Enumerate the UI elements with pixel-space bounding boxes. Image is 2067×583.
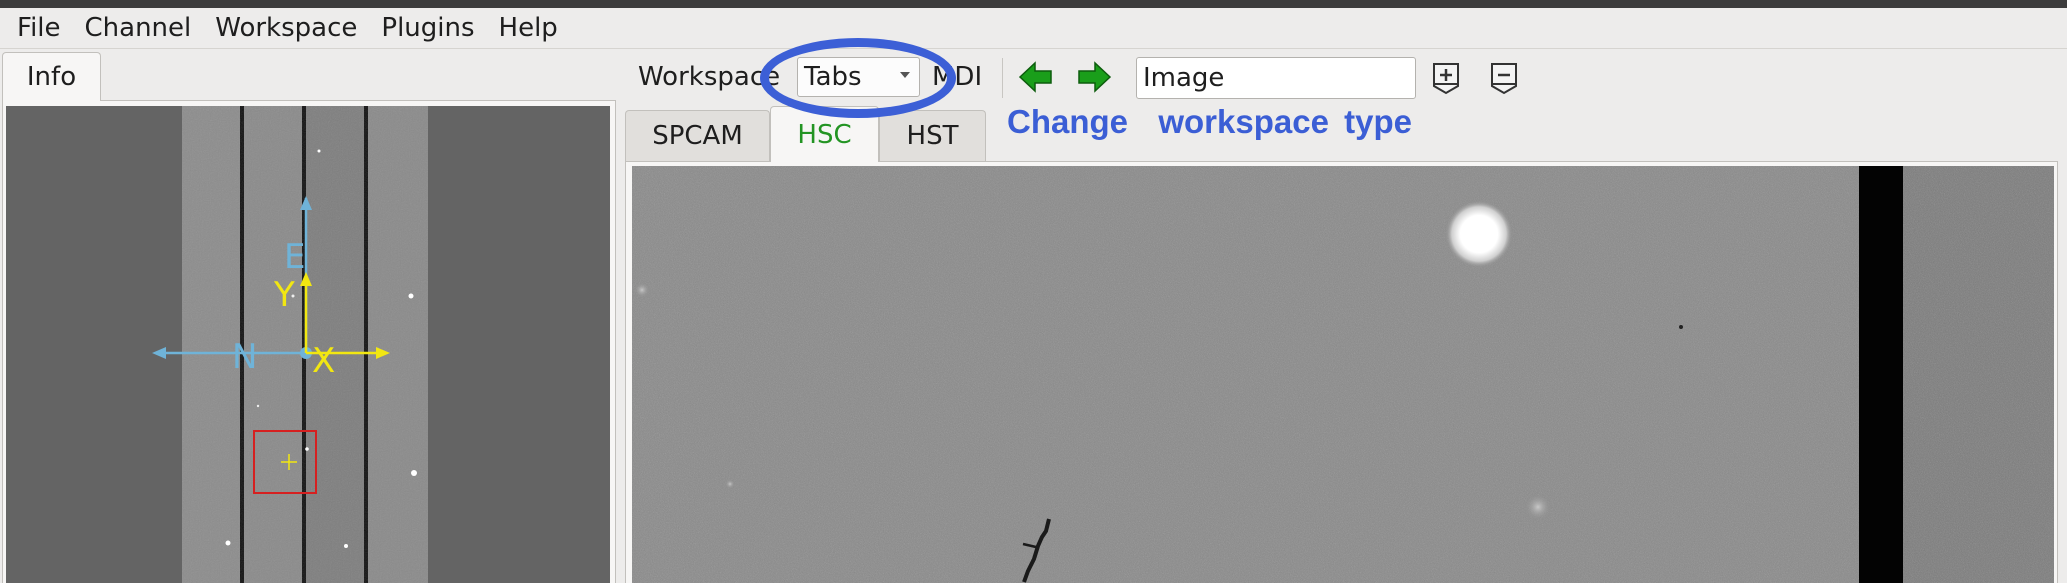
x-axis-label: X bbox=[312, 341, 335, 381]
delete-channel-icon[interactable] bbox=[1486, 60, 1522, 96]
y-axis-label: Y bbox=[273, 275, 295, 315]
app-window: File Channel Workspace Plugins Help Info bbox=[0, 0, 2067, 583]
pan-canvas[interactable]: E N Y X bbox=[6, 106, 610, 583]
menu-help[interactable]: Help bbox=[499, 8, 558, 48]
workspace-type-select[interactable]: Tabs bbox=[797, 57, 920, 97]
pan-image: E N Y X bbox=[6, 106, 610, 583]
menu-workspace[interactable]: Workspace bbox=[215, 8, 357, 48]
tab-spcam[interactable]: SPCAM bbox=[625, 110, 770, 161]
menu-plugins[interactable]: Plugins bbox=[381, 8, 474, 48]
annotation-text: Change workspace type bbox=[1007, 103, 1412, 140]
toolbar-separator bbox=[1002, 58, 1003, 98]
next-channel-icon[interactable] bbox=[1076, 60, 1112, 94]
workspace-label: Workspace bbox=[638, 62, 781, 92]
compass-east-label: E bbox=[284, 237, 305, 277]
workspace-type-value: Tabs bbox=[804, 62, 862, 92]
chevron-down-icon bbox=[900, 72, 910, 78]
tab-hsc[interactable]: HSC bbox=[770, 106, 879, 162]
prev-channel-icon[interactable] bbox=[1018, 60, 1054, 94]
compass-north-label: N bbox=[232, 337, 257, 377]
menu-file[interactable]: File bbox=[17, 8, 61, 48]
title-bar bbox=[0, 0, 2067, 8]
tab-info[interactable]: Info bbox=[2, 52, 101, 101]
add-channel-icon[interactable] bbox=[1428, 60, 1464, 96]
tab-hst[interactable]: HST bbox=[879, 110, 986, 161]
channel-name-input[interactable] bbox=[1136, 57, 1416, 99]
image-viewer-canvas[interactable] bbox=[632, 166, 2054, 583]
menu-channel[interactable]: Channel bbox=[85, 8, 192, 48]
viewer-image bbox=[632, 166, 2054, 583]
mdi-label: MDI bbox=[932, 62, 983, 92]
menu-bar: File Channel Workspace Plugins Help bbox=[0, 8, 2067, 49]
